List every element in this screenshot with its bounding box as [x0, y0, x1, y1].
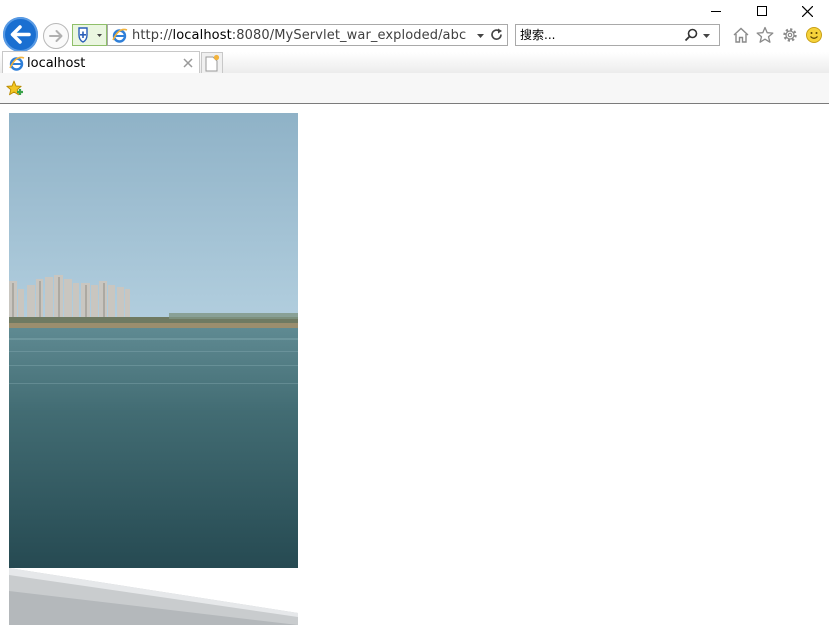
address-url: http://localhost:8080/MyServlet_war_expl…: [132, 28, 466, 43]
minimize-icon: [711, 11, 721, 12]
search-dropdown-icon[interactable]: [702, 31, 711, 40]
minimize-button[interactable]: [693, 0, 739, 22]
url-host: localhost: [172, 28, 232, 43]
maximize-icon: [757, 6, 767, 16]
close-button[interactable]: [784, 0, 829, 22]
tools-button[interactable]: [780, 25, 800, 45]
gear-icon: [783, 28, 797, 42]
favorites-button[interactable]: [755, 25, 775, 45]
back-button[interactable]: [3, 17, 38, 52]
feedback-button[interactable]: [804, 25, 824, 45]
search-box[interactable]: [515, 24, 720, 46]
add-favorite-icon[interactable]: [5, 79, 25, 99]
tab-close-icon[interactable]: [181, 56, 195, 70]
ie-tab-icon: [9, 56, 25, 71]
new-tab-icon: [205, 54, 220, 72]
favorites-bar: [0, 73, 829, 104]
maximize-button[interactable]: [739, 0, 785, 22]
url-scheme: http://: [132, 28, 173, 43]
search-input[interactable]: [520, 27, 670, 43]
forward-button[interactable]: [43, 23, 69, 49]
smiley-icon: [806, 27, 822, 43]
arrow-right-icon: [49, 30, 63, 42]
url-path: :8080/MyServlet_war_exploded/abc: [231, 28, 467, 43]
search-icon[interactable]: [684, 28, 698, 42]
lake-photo: [9, 113, 298, 625]
home-icon: [733, 27, 749, 43]
refresh-icon[interactable]: [490, 28, 504, 42]
chevron-down-icon[interactable]: [476, 31, 485, 40]
arrow-left-icon: [10, 25, 31, 44]
tab-title: localhost: [27, 56, 86, 71]
ie-page-icon: [112, 28, 128, 43]
shield-icon: [78, 27, 102, 43]
tab-localhost[interactable]: localhost: [2, 51, 200, 74]
page-image: [9, 113, 298, 625]
star-icon: [756, 26, 774, 43]
home-button[interactable]: [731, 25, 751, 45]
new-tab-button[interactable]: [201, 52, 223, 73]
address-bar[interactable]: http://localhost:8080/MyServlet_war_expl…: [107, 24, 508, 46]
security-button[interactable]: [72, 24, 107, 46]
close-icon: [801, 5, 813, 17]
